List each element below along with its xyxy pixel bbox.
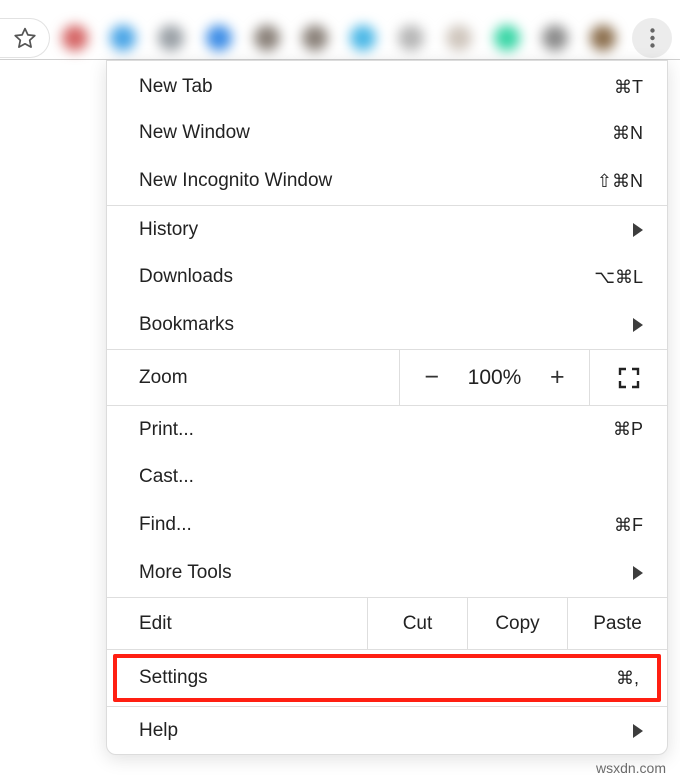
chevron-right-icon [633,223,643,237]
menu-label: History [139,219,198,241]
menu-shortcut: ⌘T [614,77,643,98]
zoom-controls: − 100% + [399,350,589,405]
menu-label: Help [139,720,178,742]
menu-item-more-tools[interactable]: More Tools [107,549,667,597]
extension-icon[interactable] [302,25,328,51]
browser-toolbar [0,0,680,60]
watermark: wsxdn.com [596,760,666,776]
edit-copy-button[interactable]: Copy [467,598,567,649]
menu-label: Downloads [139,266,233,288]
menu-item-incognito[interactable]: New Incognito Window ⇧⌘N [107,157,667,205]
menu-item-print[interactable]: Print... ⌘P [107,405,667,453]
chevron-right-icon [633,318,643,332]
menu-label: New Window [139,122,250,144]
extension-icon[interactable] [350,25,376,51]
extension-icon[interactable] [446,25,472,51]
menu-item-edit: Edit Cut Copy Paste [107,597,667,649]
menu-shortcut: ⌘P [613,419,643,440]
extension-icon[interactable] [542,25,568,51]
star-icon [13,26,37,50]
zoom-value: 100% [468,366,522,390]
extensions-strip [62,20,622,56]
chevron-right-icon [633,566,643,580]
menu-label: New Tab [139,76,213,98]
menu-item-find[interactable]: Find... ⌘F [107,501,667,549]
extension-icon[interactable] [206,25,232,51]
extension-icon[interactable] [158,25,184,51]
settings-highlight: Settings ⌘, [107,649,667,706]
fullscreen-button[interactable] [589,350,667,405]
zoom-in-button[interactable]: + [547,363,567,392]
menu-shortcut: ⌥⌘L [594,267,643,288]
menu-item-history[interactable]: History [107,205,667,253]
menu-item-cast[interactable]: Cast... [107,453,667,501]
extension-icon[interactable] [398,25,424,51]
menu-item-settings[interactable]: Settings ⌘, [113,654,661,702]
edit-cut-button[interactable]: Cut [367,598,467,649]
bookmark-star-button[interactable] [0,18,50,58]
zoom-out-button[interactable]: − [422,363,442,392]
extension-icon[interactable] [62,25,88,51]
menu-item-help[interactable]: Help [107,706,667,754]
menu-label: Bookmarks [139,314,234,336]
chevron-right-icon [633,724,643,738]
menu-label: More Tools [139,562,232,584]
menu-item-new-tab[interactable]: New Tab ⌘T [107,61,667,109]
browser-overflow-menu: New Tab ⌘T New Window ⌘N New Incognito W… [106,60,668,755]
menu-label: Find... [139,514,192,536]
menu-label: Print... [139,419,194,441]
menu-item-new-window[interactable]: New Window ⌘N [107,109,667,157]
menu-shortcut: ⌘F [614,515,643,536]
menu-item-downloads[interactable]: Downloads ⌥⌘L [107,253,667,301]
extension-icon[interactable] [254,25,280,51]
extension-icon[interactable] [590,25,616,51]
extension-icon[interactable] [110,25,136,51]
menu-label: Cast... [139,466,194,488]
edit-paste-button[interactable]: Paste [567,598,667,649]
edit-label: Edit [107,598,367,649]
menu-label: New Incognito Window [139,170,332,192]
zoom-label: Zoom [107,367,399,389]
menu-label: Settings [139,667,208,689]
menu-item-bookmarks[interactable]: Bookmarks [107,301,667,349]
browser-menu-button[interactable] [632,18,672,58]
menu-shortcut: ⌘N [612,123,643,144]
extension-icon[interactable] [494,25,520,51]
vertical-dots-icon [650,28,655,48]
menu-shortcut: ⌘, [616,668,639,689]
menu-item-zoom: Zoom − 100% + [107,349,667,405]
fullscreen-icon [618,367,640,389]
menu-shortcut: ⇧⌘N [597,171,643,192]
